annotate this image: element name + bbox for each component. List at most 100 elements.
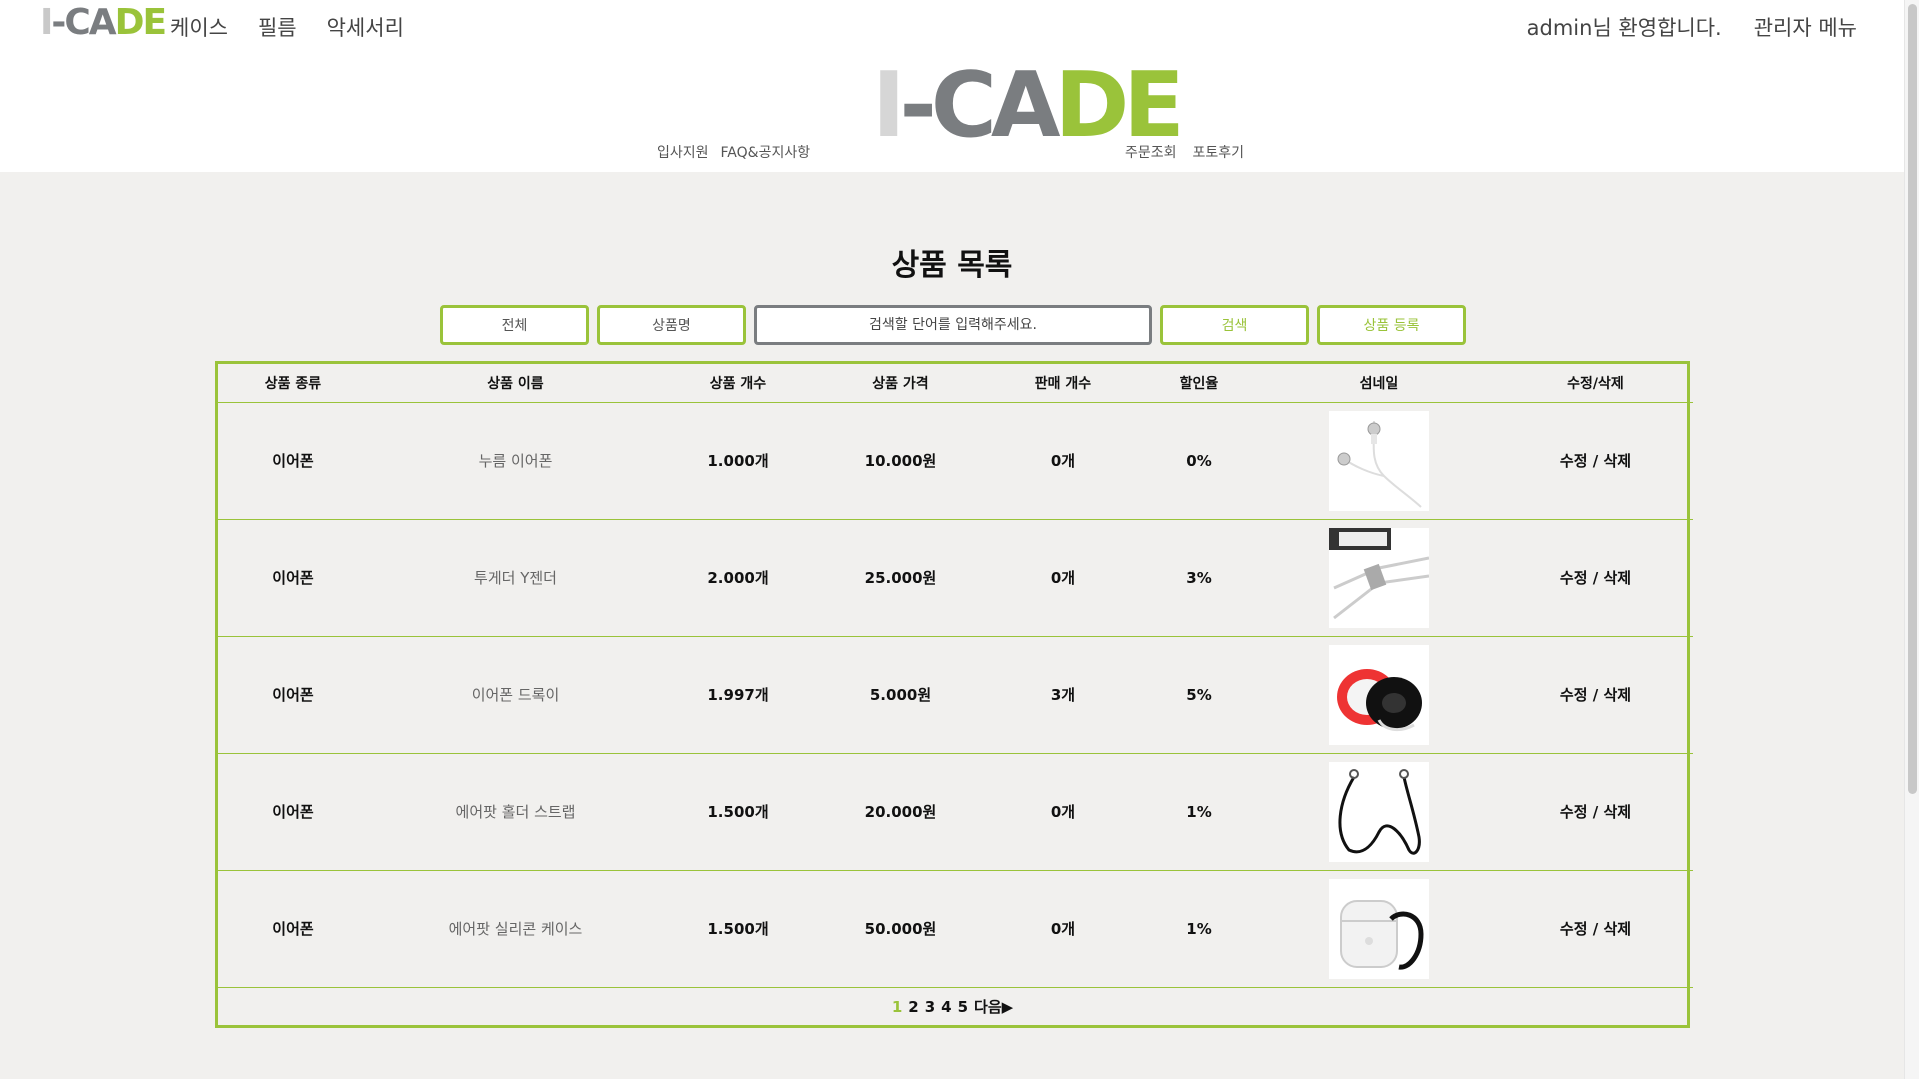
delete-link[interactable]: 삭제 bbox=[1603, 686, 1631, 704]
nav-case[interactable]: 케이스 bbox=[170, 12, 228, 42]
cell-type: 이어폰 bbox=[218, 753, 368, 871]
table-row: 이어폰 누름 이어폰 1.000개 10.000원 0개 0% 수정 / 삭제 bbox=[218, 402, 1693, 520]
table-header-row: 상품 종류 상품 이름 상품 개수 상품 가격 판매 개수 할인율 섬네일 수정… bbox=[218, 364, 1693, 403]
edit-link[interactable]: 수정 bbox=[1560, 920, 1588, 938]
page-title: 상품 목록 bbox=[891, 248, 1013, 283]
white-earphones-thumbnail[interactable] bbox=[1329, 410, 1429, 511]
nav-accessory[interactable]: 악세서리 bbox=[327, 12, 404, 42]
cell-discount: 1% bbox=[1138, 870, 1260, 988]
cell-sold: 3개 bbox=[988, 636, 1138, 754]
logo-part-i: I bbox=[872, 53, 905, 158]
cell-type: 이어폰 bbox=[218, 402, 368, 520]
sub-nav-right: 주문조회 포토후기 bbox=[1125, 142, 1244, 162]
site-header: I -CA DE 케이스 필름 악세서리 admin님 환영합니다. 관리자 메뉴 … bbox=[0, 0, 1904, 172]
nav-careers[interactable]: 입사지원 bbox=[657, 142, 709, 162]
cell-thumbnail bbox=[1260, 870, 1498, 988]
cell-sold: 0개 bbox=[988, 870, 1138, 988]
cell-discount: 3% bbox=[1138, 519, 1260, 637]
cell-discount: 5% bbox=[1138, 636, 1260, 754]
col-header-sold: 판매 개수 bbox=[988, 364, 1138, 403]
logo-part-ca: -CA bbox=[899, 53, 1061, 158]
logo-part-i: I bbox=[40, 2, 53, 43]
cell-actions: 수정 / 삭제 bbox=[1498, 870, 1693, 988]
table-row: 이어폰 에어팟 실리콘 케이스 1.500개 50.000원 0개 1% 수정 … bbox=[218, 870, 1693, 988]
cell-discount: 1% bbox=[1138, 753, 1260, 871]
cell-thumbnail bbox=[1260, 402, 1498, 520]
pagination: 1 2 3 4 5 다음▶ bbox=[218, 988, 1687, 1026]
cell-type: 이어폰 bbox=[218, 870, 368, 988]
action-separator: / bbox=[1592, 686, 1599, 704]
edit-link[interactable]: 수정 bbox=[1560, 569, 1588, 587]
table-row: 이어폰 이어폰 드록이 1.997개 5.000원 3개 5% 수정 / 삭제 bbox=[218, 636, 1693, 754]
cell-price: 10.000원 bbox=[813, 402, 988, 520]
cell-name[interactable]: 이어폰 드록이 bbox=[368, 636, 663, 754]
airpod-strap-thumbnail[interactable] bbox=[1329, 761, 1429, 862]
action-separator: / bbox=[1592, 452, 1599, 470]
cell-sold: 0개 bbox=[988, 519, 1138, 637]
col-header-name: 상품 이름 bbox=[368, 364, 663, 403]
page-link-5[interactable]: 5 bbox=[958, 998, 968, 1016]
cell-price: 20.000원 bbox=[813, 753, 988, 871]
table-row: 이어폰 에어팟 홀더 스트랩 1.500개 20.000원 0개 1% 수정 /… bbox=[218, 753, 1693, 871]
product-table: 상품 종류 상품 이름 상품 개수 상품 가격 판매 개수 할인율 섬네일 수정… bbox=[215, 361, 1693, 1028]
page-link-3[interactable]: 3 bbox=[925, 998, 935, 1016]
y-splitter-cable-thumbnail[interactable] bbox=[1329, 527, 1429, 628]
cell-price: 50.000원 bbox=[813, 870, 988, 988]
nav-faq-notice[interactable]: FAQ&공지사항 bbox=[721, 142, 811, 162]
cell-sold: 0개 bbox=[988, 753, 1138, 871]
page-link-4[interactable]: 4 bbox=[941, 998, 951, 1016]
register-product-button[interactable]: 상품 등록 bbox=[1317, 305, 1466, 345]
search-input[interactable] bbox=[754, 305, 1152, 345]
header-logo[interactable]: I -CA DE bbox=[40, 2, 168, 43]
admin-menu-link[interactable]: 관리자 메뉴 bbox=[1754, 12, 1857, 42]
col-header-stock: 상품 개수 bbox=[663, 364, 813, 403]
action-separator: / bbox=[1592, 803, 1599, 821]
nav-order-lookup[interactable]: 주문조회 bbox=[1125, 142, 1177, 162]
edit-link[interactable]: 수정 bbox=[1560, 686, 1588, 704]
cell-price: 5.000원 bbox=[813, 636, 988, 754]
cell-stock: 1.500개 bbox=[663, 870, 813, 988]
welcome-text[interactable]: admin님 환영합니다. bbox=[1527, 12, 1722, 42]
nav-film[interactable]: 필름 bbox=[258, 12, 297, 42]
delete-link[interactable]: 삭제 bbox=[1603, 452, 1631, 470]
col-header-price: 상품 가격 bbox=[813, 364, 988, 403]
edit-link[interactable]: 수정 bbox=[1560, 452, 1588, 470]
search-button[interactable]: 검색 bbox=[1160, 305, 1309, 345]
cell-name[interactable]: 에어팟 실리콘 케이스 bbox=[368, 870, 663, 988]
sub-nav-left: 입사지원 FAQ&공지사항 bbox=[657, 142, 810, 162]
edit-link[interactable]: 수정 bbox=[1560, 803, 1588, 821]
cell-type: 이어폰 bbox=[218, 519, 368, 637]
earphone-winder-thumbnail[interactable] bbox=[1329, 644, 1429, 745]
logo-part-de: DE bbox=[1054, 53, 1185, 158]
cell-name[interactable]: 에어팟 홀더 스트랩 bbox=[368, 753, 663, 871]
delete-link[interactable]: 삭제 bbox=[1603, 803, 1631, 821]
user-nav: admin님 환영합니다. 관리자 메뉴 bbox=[1527, 12, 1857, 42]
category-nav: 케이스 필름 악세서리 bbox=[170, 12, 404, 42]
action-separator: / bbox=[1592, 569, 1599, 587]
action-separator: / bbox=[1592, 920, 1599, 938]
table-row: 이어폰 투게더 Y젠더 2.000개 25.000원 0개 3% 수정 / 삭제 bbox=[218, 519, 1693, 637]
page-link-2[interactable]: 2 bbox=[908, 998, 918, 1016]
filter-name-button[interactable]: 상품명 bbox=[597, 305, 746, 345]
logo-part-ca: -CA bbox=[51, 2, 116, 43]
cell-sold: 0개 bbox=[988, 402, 1138, 520]
col-header-type: 상품 종류 bbox=[218, 364, 368, 403]
logo-part-de: DE bbox=[114, 2, 168, 43]
delete-link[interactable]: 삭제 bbox=[1603, 569, 1631, 587]
next-page-link[interactable]: 다음▶ bbox=[974, 996, 1013, 1017]
cell-price: 25.000원 bbox=[813, 519, 988, 637]
cell-name[interactable]: 누름 이어폰 bbox=[368, 402, 663, 520]
scrollbar-thumb[interactable] bbox=[1908, 4, 1917, 794]
cell-name[interactable]: 투게더 Y젠더 bbox=[368, 519, 663, 637]
cell-stock: 1.997개 bbox=[663, 636, 813, 754]
cell-stock: 1.500개 bbox=[663, 753, 813, 871]
page-scrollbar[interactable] bbox=[1904, 0, 1919, 1079]
airpod-silicone-case-thumbnail[interactable] bbox=[1329, 878, 1429, 979]
filter-all-button[interactable]: 전체 bbox=[440, 305, 589, 345]
nav-photo-review[interactable]: 포토후기 bbox=[1193, 142, 1245, 162]
col-header-actions: 수정/삭제 bbox=[1498, 364, 1693, 403]
page-link-1[interactable]: 1 bbox=[892, 998, 902, 1016]
col-header-discount: 할인율 bbox=[1138, 364, 1260, 403]
center-logo[interactable]: I -CA DE bbox=[872, 53, 1185, 158]
delete-link[interactable]: 삭제 bbox=[1603, 920, 1631, 938]
